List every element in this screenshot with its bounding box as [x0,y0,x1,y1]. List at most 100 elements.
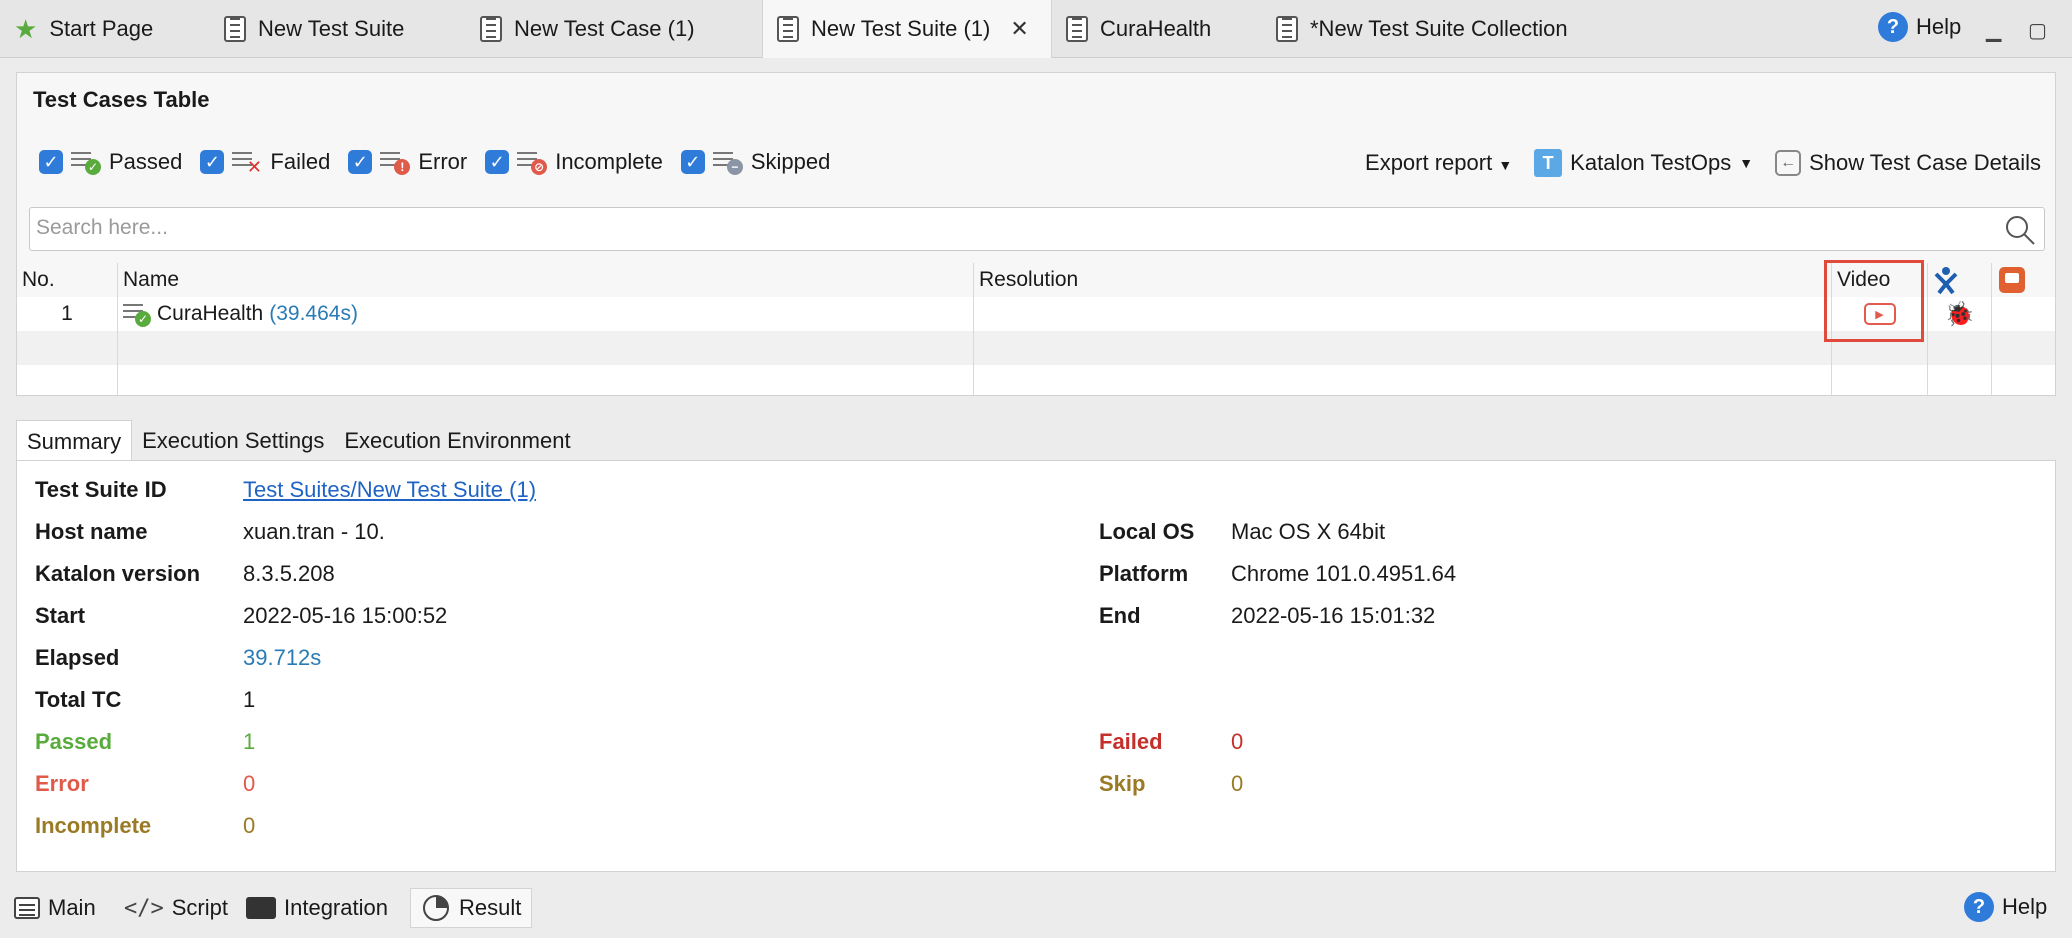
editor-tab-bar: ★ Start Page New Test Suite New Test Cas… [0,0,2072,58]
export-report-label: Export report [1365,150,1493,175]
bottom-tab-bar: Main </> Script Integration Result ? Hel… [0,878,2072,938]
tab-label: Start Page [49,16,154,41]
tab-label: New Test Case (1) [514,16,695,41]
katalon-testops-button[interactable]: T Katalon TestOps ▼ [1534,149,1753,177]
filter-error[interactable]: ✓ ! Error [348,149,467,175]
help-icon: ? [1964,892,1994,922]
failed-label: Failed [1099,729,1163,754]
passed-label: Passed [35,729,113,754]
passed-value: 1 [243,729,256,754]
start-label: Start [35,603,86,628]
tab-main[interactable]: Main [4,888,106,928]
start-value: 2022-05-16 15:00:52 [243,603,448,628]
checkbox-checked-icon[interactable]: ✓ [39,150,63,174]
arrow-left-icon: ← [1775,150,1802,176]
search-input[interactable] [30,208,1970,248]
star-icon: ★ [14,13,38,44]
column-header-name[interactable]: Name [117,263,973,297]
code-icon: </> [124,895,164,921]
tab-new-test-suite-1[interactable]: New Test Suite (1) ✕ [762,0,1052,58]
filter-skipped[interactable]: ✓ − Skipped [680,149,830,175]
tab-curahealth[interactable]: CuraHealth [1052,0,1262,58]
table-row [17,331,2055,365]
help-button[interactable]: ? Help [1878,12,1961,42]
error-value: 0 [243,771,256,796]
column-header-video[interactable]: Video [1831,263,1927,297]
tab-label: New Test Suite [258,16,405,41]
cell-no: 1 [61,302,73,325]
tab-integration[interactable]: Integration [236,888,398,928]
checkbox-checked-icon[interactable]: ✓ [485,150,510,174]
tab-label: Script [171,895,228,920]
tab-new-test-suite-collection[interactable]: *New Test Suite Collection [1262,0,1622,58]
column-header-jira[interactable] [1927,263,1991,297]
host-name-value: xuan.tran - 10. [243,519,385,544]
help-label: Help [1916,14,1962,39]
test-case-icon [480,16,502,42]
maximize-icon[interactable]: ▢ [2028,18,2047,43]
integration-icon [246,897,276,919]
total-tc-value: 1 [243,687,256,712]
tab-new-test-suite[interactable]: New Test Suite [210,0,460,58]
filter-incomplete[interactable]: ✓ ⊘ Incomplete [485,149,663,175]
export-report-button[interactable]: Export report ▼ [1365,150,1512,176]
tab-label: *New Test Suite Collection [1310,16,1568,41]
incomplete-label: Incomplete [35,813,152,838]
checkbox-checked-icon[interactable]: ✓ [348,150,373,174]
test-case-name[interactable]: CuraHealth [157,302,263,326]
dropdown-arrow-icon: ▼ [1739,155,1754,171]
error-label: Error [35,771,89,796]
table-row [17,365,2055,395]
column-header-no[interactable]: No. [17,263,117,297]
dropdown-arrow-icon: ▼ [1498,157,1513,173]
tab-label: CuraHealth [1100,16,1212,41]
filter-label: Failed [270,149,331,174]
tab-label: New Test Suite (1) [811,16,991,41]
search-box [29,207,2045,251]
passed-icon: ✓ [71,149,101,175]
tab-start-page[interactable]: ★ Start Page [0,0,200,58]
tab-result[interactable]: Result [410,888,533,928]
bug-icon[interactable]: 🐞 [1945,300,1975,329]
filter-failed[interactable]: ✓ ✕ Failed [200,149,331,177]
column-header-resolution[interactable]: Resolution [973,263,1831,297]
show-test-case-details-button[interactable]: ← Show Test Case Details [1775,150,2041,176]
incomplete-icon: ⊘ [517,149,548,175]
filter-label: Passed [109,149,183,174]
tab-summary[interactable]: Summary [16,420,133,462]
cell-testops [1991,297,2055,331]
checkbox-checked-icon[interactable]: ✓ [680,150,705,174]
summary-panel: Test Suite ID Test Suites/New Test Suite… [16,460,2056,872]
help-label: Help [2002,894,2048,919]
result-subtabs: Summary Execution Settings Execution Env… [16,420,581,462]
katalon-testops-label: Katalon TestOps [1570,150,1732,175]
error-icon: ! [380,149,411,175]
panel-title: Test Cases Table [33,87,210,112]
platform-value: Chrome 101.0.4951.64 [1231,561,1457,586]
table-header: No. Name Resolution Video [17,263,2055,297]
search-icon[interactable] [2004,214,2036,246]
elapsed-label: Elapsed [35,645,120,670]
tab-new-test-case[interactable]: New Test Case (1) [466,0,756,58]
tab-execution-settings[interactable]: Execution Settings [132,420,334,462]
test-suite-id-link[interactable]: Test Suites/New Test Suite (1) [243,477,536,503]
test-suite-id-label: Test Suite ID [35,477,167,502]
host-name-label: Host name [35,519,148,544]
cell-name: ✓ CuraHealth (39.464s) [117,297,973,331]
checkbox-checked-icon[interactable]: ✓ [200,150,225,174]
filter-label: Error [418,149,468,174]
tab-label: Result [459,895,522,920]
test-suite-collection-icon [1276,16,1298,42]
help-icon: ? [1878,12,1908,42]
help-button-bottom[interactable]: ? Help [1964,892,2047,922]
close-icon[interactable]: ✕ [1010,16,1028,42]
filter-passed[interactable]: ✓ ✓ Passed [39,149,182,175]
column-header-testops[interactable] [1991,263,2055,297]
play-video-icon[interactable]: ▶ [1863,303,1896,325]
end-label: End [1099,603,1141,628]
minimize-icon[interactable]: ▁ [1986,18,2001,43]
table-row[interactable]: 1 ✓ CuraHealth (39.464s) ▶ 🐞 [17,297,2055,331]
tab-execution-environment[interactable]: Execution Environment [334,420,580,462]
tab-script[interactable]: </> Script [114,888,238,928]
total-tc-label: Total TC [35,687,122,712]
